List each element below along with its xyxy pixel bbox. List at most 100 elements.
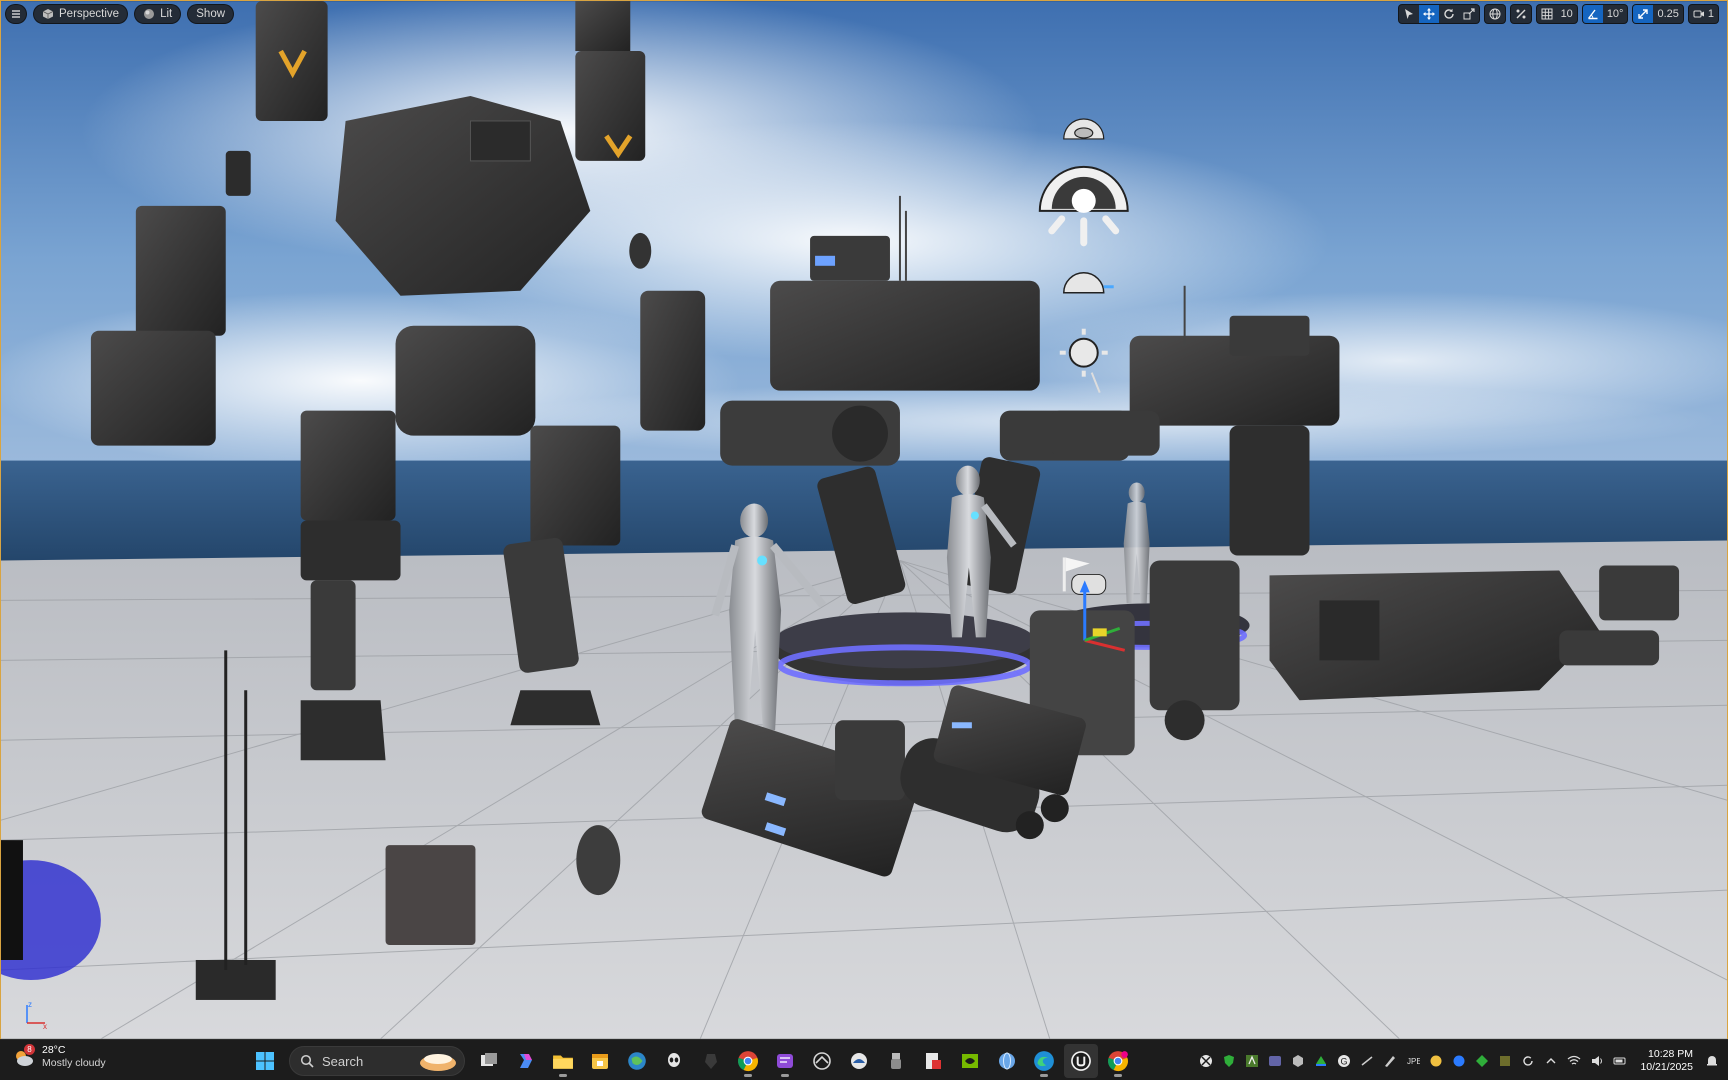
green-shield-icon[interactable] [1218, 1050, 1239, 1071]
ime-tray-icon[interactable]: JPE [1402, 1050, 1423, 1071]
teams-like-icon[interactable] [1264, 1050, 1285, 1071]
svg-text:G: G [1340, 1056, 1347, 1066]
nvidia-icon[interactable] [953, 1044, 987, 1078]
grid-snap-value[interactable]: 10 [1557, 5, 1577, 23]
coordinate-space-toggle[interactable] [1483, 4, 1506, 24]
grid-snap-group: 10 [1535, 4, 1578, 24]
surface-snap-icon [1516, 9, 1526, 19]
calendar-icon[interactable] [583, 1044, 617, 1078]
select-mode-button[interactable] [1399, 5, 1419, 23]
system-tray: G JPE 10:28 PM 10/21/2025 [1195, 1040, 1728, 1080]
lit-label: Lit [160, 8, 173, 20]
clock-time: 10:28 PM [1648, 1047, 1693, 1060]
viewport-options-button[interactable] [5, 4, 27, 24]
file-tool-icon[interactable] [916, 1044, 950, 1078]
unreal-engine-icon[interactable] [1064, 1044, 1098, 1078]
svg-text:x: x [43, 1022, 47, 1029]
lit-sphere-icon [144, 9, 155, 19]
chrome-profile-icon[interactable] [1101, 1044, 1135, 1078]
scale-snap-value[interactable]: 0.25 [1653, 5, 1682, 23]
steam-like-icon[interactable] [805, 1044, 839, 1078]
directional-light-icon [1038, 165, 1129, 247]
camera-speed-segment: 1 [1689, 5, 1718, 23]
yellow-tray-icon[interactable] [1425, 1050, 1446, 1071]
view-mode-lit-button[interactable]: Lit [134, 4, 182, 24]
viewport-scene[interactable] [1, 1, 1727, 1039]
rotation-snap-toggle[interactable] [1582, 5, 1603, 23]
drive-tray-icon[interactable] [1310, 1050, 1331, 1071]
notification-bell-icon[interactable] [1701, 1050, 1722, 1071]
chip-tray-icon[interactable] [1494, 1050, 1515, 1071]
cube-tray-icon[interactable] [1287, 1050, 1308, 1071]
surface-snap-segment [1511, 5, 1531, 23]
xbox-icon[interactable] [1195, 1050, 1216, 1071]
text-tool-icon[interactable] [1241, 1050, 1262, 1071]
camera-speed-value: 1 [1707, 8, 1714, 20]
weather-badge: 8 [24, 1044, 35, 1055]
scale-mode-button[interactable] [1459, 5, 1479, 23]
svg-text:z: z [28, 1000, 32, 1009]
scale-snap-group: 0.25 [1632, 4, 1684, 24]
translate-mode-button[interactable] [1418, 5, 1439, 23]
browser-globe-icon[interactable] [620, 1044, 654, 1078]
globe-app-icon[interactable] [990, 1044, 1024, 1078]
chevron-up-icon[interactable] [1540, 1050, 1561, 1071]
slash-tray-icon[interactable] [1356, 1050, 1377, 1071]
weather-widget[interactable]: 8 28°C Mostly cloudy [12, 1044, 106, 1070]
windows-start-icon[interactable] [248, 1044, 282, 1078]
wifi-icon[interactable] [1563, 1050, 1584, 1071]
transform-mode-group [1397, 4, 1480, 24]
taskbar-search-box[interactable]: Search [289, 1046, 465, 1076]
speaker-icon[interactable] [1586, 1050, 1607, 1071]
purple-app-icon[interactable] [768, 1044, 802, 1078]
move-arrows-icon [1422, 8, 1435, 20]
search-label: Search [322, 1053, 364, 1069]
windows-taskbar: 8 28°C Mostly cloudy Search G JPE 10:28 … [0, 1039, 1728, 1080]
taskbar-clock[interactable]: 10:28 PM 10/21/2025 [1640, 1048, 1693, 1074]
cloud-app-icon[interactable] [842, 1044, 876, 1078]
blue-tray-icon[interactable] [1448, 1050, 1469, 1071]
search-highlight-icon [420, 1054, 456, 1071]
clock-date: 10/21/2025 [1640, 1060, 1693, 1073]
surface-snapping-toggle[interactable] [1509, 4, 1532, 24]
perspective-view-button[interactable]: Perspective [33, 4, 129, 24]
green-tray-icon[interactable] [1471, 1050, 1492, 1071]
level-viewport[interactable]: Perspective Lit Show 10 10° 0.25 1 x z [0, 0, 1728, 1039]
rotate-icon [1443, 8, 1454, 19]
sync-tray-icon[interactable] [1517, 1050, 1538, 1071]
rotation-snap-value[interactable]: 10° [1603, 5, 1628, 23]
viewport-toolbar-left: Perspective Lit Show [5, 4, 235, 24]
cursor-arrow-icon [1404, 9, 1413, 19]
battery-icon[interactable] [1609, 1050, 1630, 1071]
perspective-cube-icon [42, 9, 54, 19]
weather-cloud-icon: 8 [12, 1044, 36, 1069]
world-axis-indicator: x z [26, 1000, 47, 1029]
show-flags-button[interactable]: Show [187, 4, 235, 24]
camera-icon [1693, 10, 1704, 18]
weather-condition: Mostly cloudy [42, 1057, 106, 1069]
scale-snap-toggle[interactable] [1633, 5, 1654, 23]
perspective-label: Perspective [59, 8, 120, 20]
hamburger-menu-icon [12, 10, 20, 18]
alien-app-icon[interactable] [657, 1044, 691, 1078]
globe-icon [1489, 8, 1501, 20]
taskbar-apps: Search [248, 1044, 1135, 1078]
dark-app-icon[interactable] [694, 1044, 728, 1078]
chrome-icon[interactable] [731, 1044, 765, 1078]
camera-speed-group[interactable]: 1 [1687, 4, 1719, 24]
world-space-segment [1485, 5, 1505, 23]
task-view-icon[interactable] [472, 1044, 506, 1078]
scale-snap-icon [1638, 9, 1649, 19]
weather-temperature: 28°C [42, 1044, 66, 1056]
grammarly-icon[interactable]: G [1333, 1050, 1354, 1071]
show-label: Show [196, 8, 226, 20]
rotation-snap-group: 10° [1581, 4, 1629, 24]
grid-snap-toggle[interactable] [1537, 5, 1557, 23]
rotate-mode-button[interactable] [1439, 5, 1459, 23]
copilot-icon[interactable] [509, 1044, 543, 1078]
edge-icon[interactable] [1027, 1044, 1061, 1078]
svg-text:JPE: JPE [1407, 1057, 1420, 1066]
pen-tray-icon[interactable] [1379, 1050, 1400, 1071]
file-explorer-icon[interactable] [546, 1044, 580, 1078]
usb-drive-icon[interactable] [879, 1044, 913, 1078]
